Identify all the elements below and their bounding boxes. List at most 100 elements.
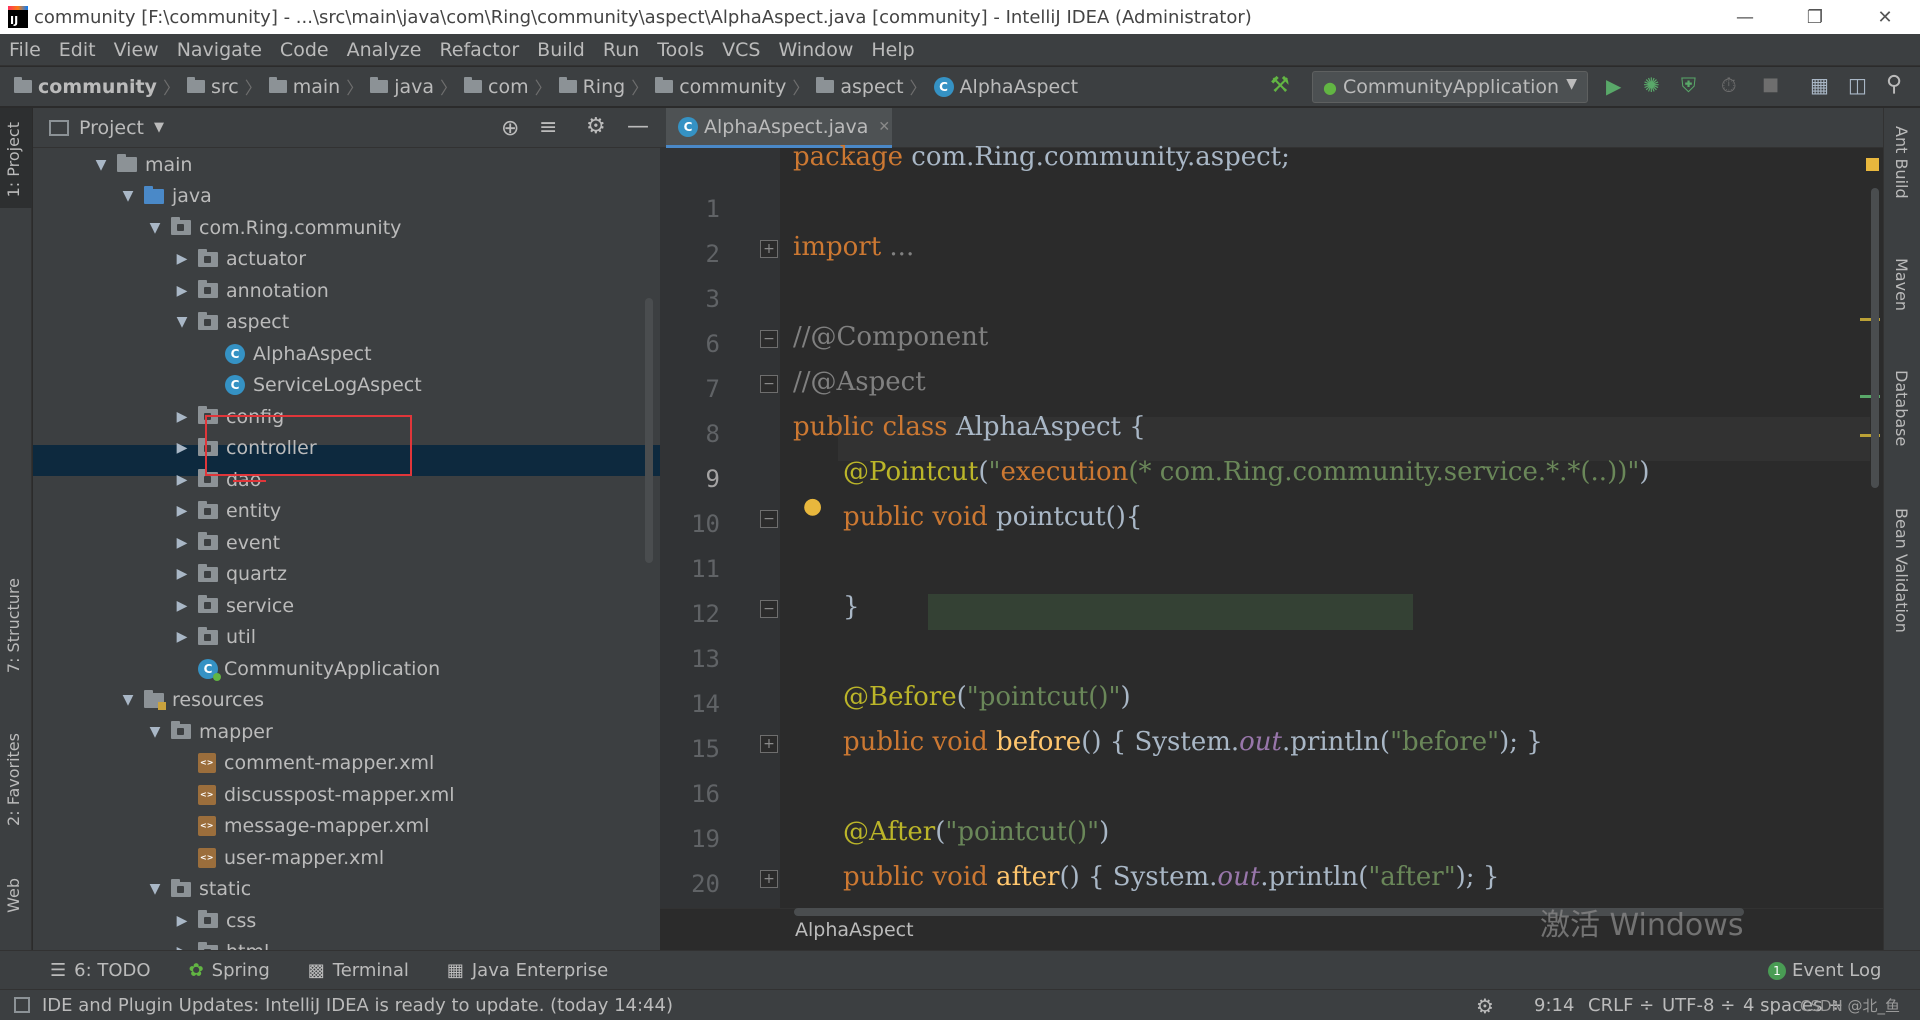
chevron-right-icon[interactable]: ▶ (174, 409, 190, 425)
expand-fold-icon[interactable]: + (760, 240, 778, 258)
menu-file[interactable]: File (0, 39, 50, 61)
tree-item-util[interactable]: ▶ util (174, 622, 256, 653)
chevron-down-icon[interactable]: ▼ (147, 220, 163, 236)
tree-item-communityapplication[interactable]: C CommunityApplication (174, 653, 440, 684)
tree-item-entity[interactable]: ▶ entity (174, 496, 282, 527)
restore-button[interactable]: ❐ (1780, 0, 1850, 34)
caret-position[interactable]: 9:14 (1534, 995, 1574, 1016)
breadcrumb-ring[interactable]: Ring 〉 (555, 74, 652, 99)
tree-item-com-ring-community[interactable]: ▼ com.Ring.community (147, 212, 402, 243)
encoding-select[interactable]: UTF-8 ÷ (1662, 995, 1735, 1016)
breadcrumb-java[interactable]: java 〉 (366, 74, 460, 99)
collapse-all-icon[interactable]: ≡ (539, 115, 557, 140)
tree-item-mapper[interactable]: ▼ mapper (147, 716, 273, 747)
breadcrumb-aspect[interactable]: aspect 〉 (812, 74, 929, 99)
hide-panel-icon[interactable]: — (627, 114, 649, 139)
tree-item-java[interactable]: ▼ java (120, 181, 212, 212)
chevron-down-icon[interactable]: ▼ (174, 314, 190, 330)
breadcrumb-src[interactable]: src 〉 (183, 74, 265, 99)
project-structure-icon[interactable]: ▦ (1810, 73, 1829, 97)
tree-item-discusspost-mapper-xml[interactable]: discusspost-mapper.xml (174, 779, 455, 810)
tree-item-service[interactable]: ▶ service (174, 590, 294, 621)
tree-item-aspect[interactable]: ▼ aspect (174, 307, 290, 338)
gear-icon[interactable]: ⚙ (586, 114, 606, 139)
tab-project[interactable]: 1: Project (4, 122, 23, 197)
status-message[interactable]: IDE and Plugin Updates: IntelliJ IDEA is… (42, 995, 673, 1016)
tab-maven[interactable]: Maven (1892, 258, 1911, 311)
menu-analyze[interactable]: Analyze (338, 39, 431, 61)
chevron-down-icon[interactable]: ▼ (147, 881, 163, 897)
menu-view[interactable]: View (105, 39, 168, 61)
chevron-right-icon[interactable]: ▶ (174, 913, 190, 929)
menu-window[interactable]: Window (769, 39, 862, 61)
terminal-window-icon[interactable]: ◫ (1848, 73, 1867, 97)
search-icon[interactable]: ⚲ (1886, 72, 1902, 97)
tree-item-message-mapper-xml[interactable]: message-mapper.xml (174, 811, 429, 842)
warning-marker-icon[interactable] (1866, 158, 1879, 171)
collapse-fold-icon[interactable]: − (760, 330, 778, 348)
code-line-10[interactable]: @Pointcut("execution(* com.Ring.communit… (843, 457, 1649, 487)
chevron-right-icon[interactable]: ▶ (174, 629, 190, 645)
code-line-15[interactable]: @Before("pointcut()") (843, 682, 1131, 712)
tree-scrollbar[interactable] (645, 298, 653, 563)
coverage-icon[interactable]: ⛨ (1681, 73, 1696, 97)
code-line-20[interactable]: @After("pointcut()") (843, 817, 1109, 847)
chevron-right-icon[interactable]: ▶ (174, 598, 190, 614)
tab-database[interactable]: Database (1892, 370, 1911, 446)
event-log-button[interactable]: 1 Event Log (1768, 960, 1881, 981)
tree-item-event[interactable]: ▶ event (174, 527, 281, 558)
line-separator-select[interactable]: CRLF ÷ (1588, 995, 1654, 1016)
breadcrumb-main[interactable]: main 〉 (265, 74, 366, 99)
breadcrumb-alphaaspect[interactable]: C AlphaAspect (930, 76, 1078, 98)
tree-item-quartz[interactable]: ▶ quartz (174, 559, 287, 590)
collapse-fold-icon[interactable]: − (760, 375, 778, 393)
menu-refactor[interactable]: Refactor (430, 39, 528, 61)
tree-item-actuator[interactable]: ▶ actuator (174, 244, 307, 275)
menu-vcs[interactable]: VCS (713, 39, 769, 61)
menu-edit[interactable]: Edit (50, 39, 105, 61)
stop-icon[interactable]: ■ (1762, 74, 1779, 95)
menu-run[interactable]: Run (594, 39, 648, 61)
menu-code[interactable]: Code (271, 39, 338, 61)
collapse-fold-icon[interactable]: − (760, 600, 778, 618)
tree-item-resources[interactable]: ▼ resources (120, 685, 264, 716)
breadcrumb-community-pkg[interactable]: community 〉 (651, 74, 812, 99)
code-line-16[interactable]: public void before() { System.out.printl… (843, 727, 1543, 757)
breadcrumb-com[interactable]: com 〉 (460, 74, 555, 99)
error-stripe[interactable] (1860, 148, 1883, 908)
tab-bean-validation[interactable]: Bean Validation (1892, 508, 1911, 633)
code-line-7[interactable]: //@Component (793, 322, 988, 352)
chevron-right-icon[interactable]: ▶ (174, 251, 190, 267)
chevron-down-icon[interactable]: ▼ (120, 692, 136, 708)
minimize-button[interactable]: — (1710, 0, 1780, 34)
menu-navigate[interactable]: Navigate (168, 39, 271, 61)
chevron-right-icon[interactable]: ▶ (174, 472, 190, 488)
build-hammer-icon[interactable]: ⚒ (1270, 73, 1290, 98)
tab-spring[interactable]: ✿ Spring (177, 960, 282, 981)
expand-fold-icon[interactable]: + (760, 735, 778, 753)
toggle-tool-windows-icon[interactable] (14, 997, 30, 1013)
code-line-9[interactable]: public class AlphaAspect { (793, 412, 1146, 442)
tree-item-user-mapper-xml[interactable]: user-mapper.xml (174, 842, 384, 873)
tree-item-comment-mapper-xml[interactable]: comment-mapper.xml (174, 748, 434, 779)
run-icon[interactable]: ▶ (1606, 74, 1621, 98)
close-button[interactable]: ✕ (1850, 0, 1920, 34)
code-line-21[interactable]: public void after() { System.out.println… (843, 862, 1499, 892)
tab-terminal[interactable]: ▩ Terminal (296, 960, 421, 981)
intention-bulb-icon[interactable]: ● (803, 494, 822, 519)
project-view-select[interactable]: Project (79, 117, 144, 139)
chevron-down-icon[interactable]: ▼ (93, 157, 109, 173)
code-line-11[interactable]: public void pointcut(){ (843, 502, 1142, 532)
close-tab-icon[interactable]: ✕ (878, 119, 890, 135)
tree-item-servicelogaspect[interactable]: C ServiceLogAspect (201, 370, 422, 401)
menu-tools[interactable]: Tools (648, 39, 713, 61)
tab-ant-build[interactable]: Ant Build (1892, 126, 1911, 199)
chevron-down-icon[interactable]: ▼ (147, 724, 163, 740)
tab-favorites[interactable]: 2: Favorites (4, 733, 23, 826)
tab-web[interactable]: Web (4, 878, 23, 913)
menu-build[interactable]: Build (528, 39, 594, 61)
tree-item-main[interactable]: ▼ main (93, 149, 193, 180)
chevron-down-icon[interactable]: ▼ (120, 188, 136, 204)
tab-structure[interactable]: 7: Structure (4, 578, 23, 673)
chevron-right-icon[interactable]: ▶ (174, 440, 190, 456)
